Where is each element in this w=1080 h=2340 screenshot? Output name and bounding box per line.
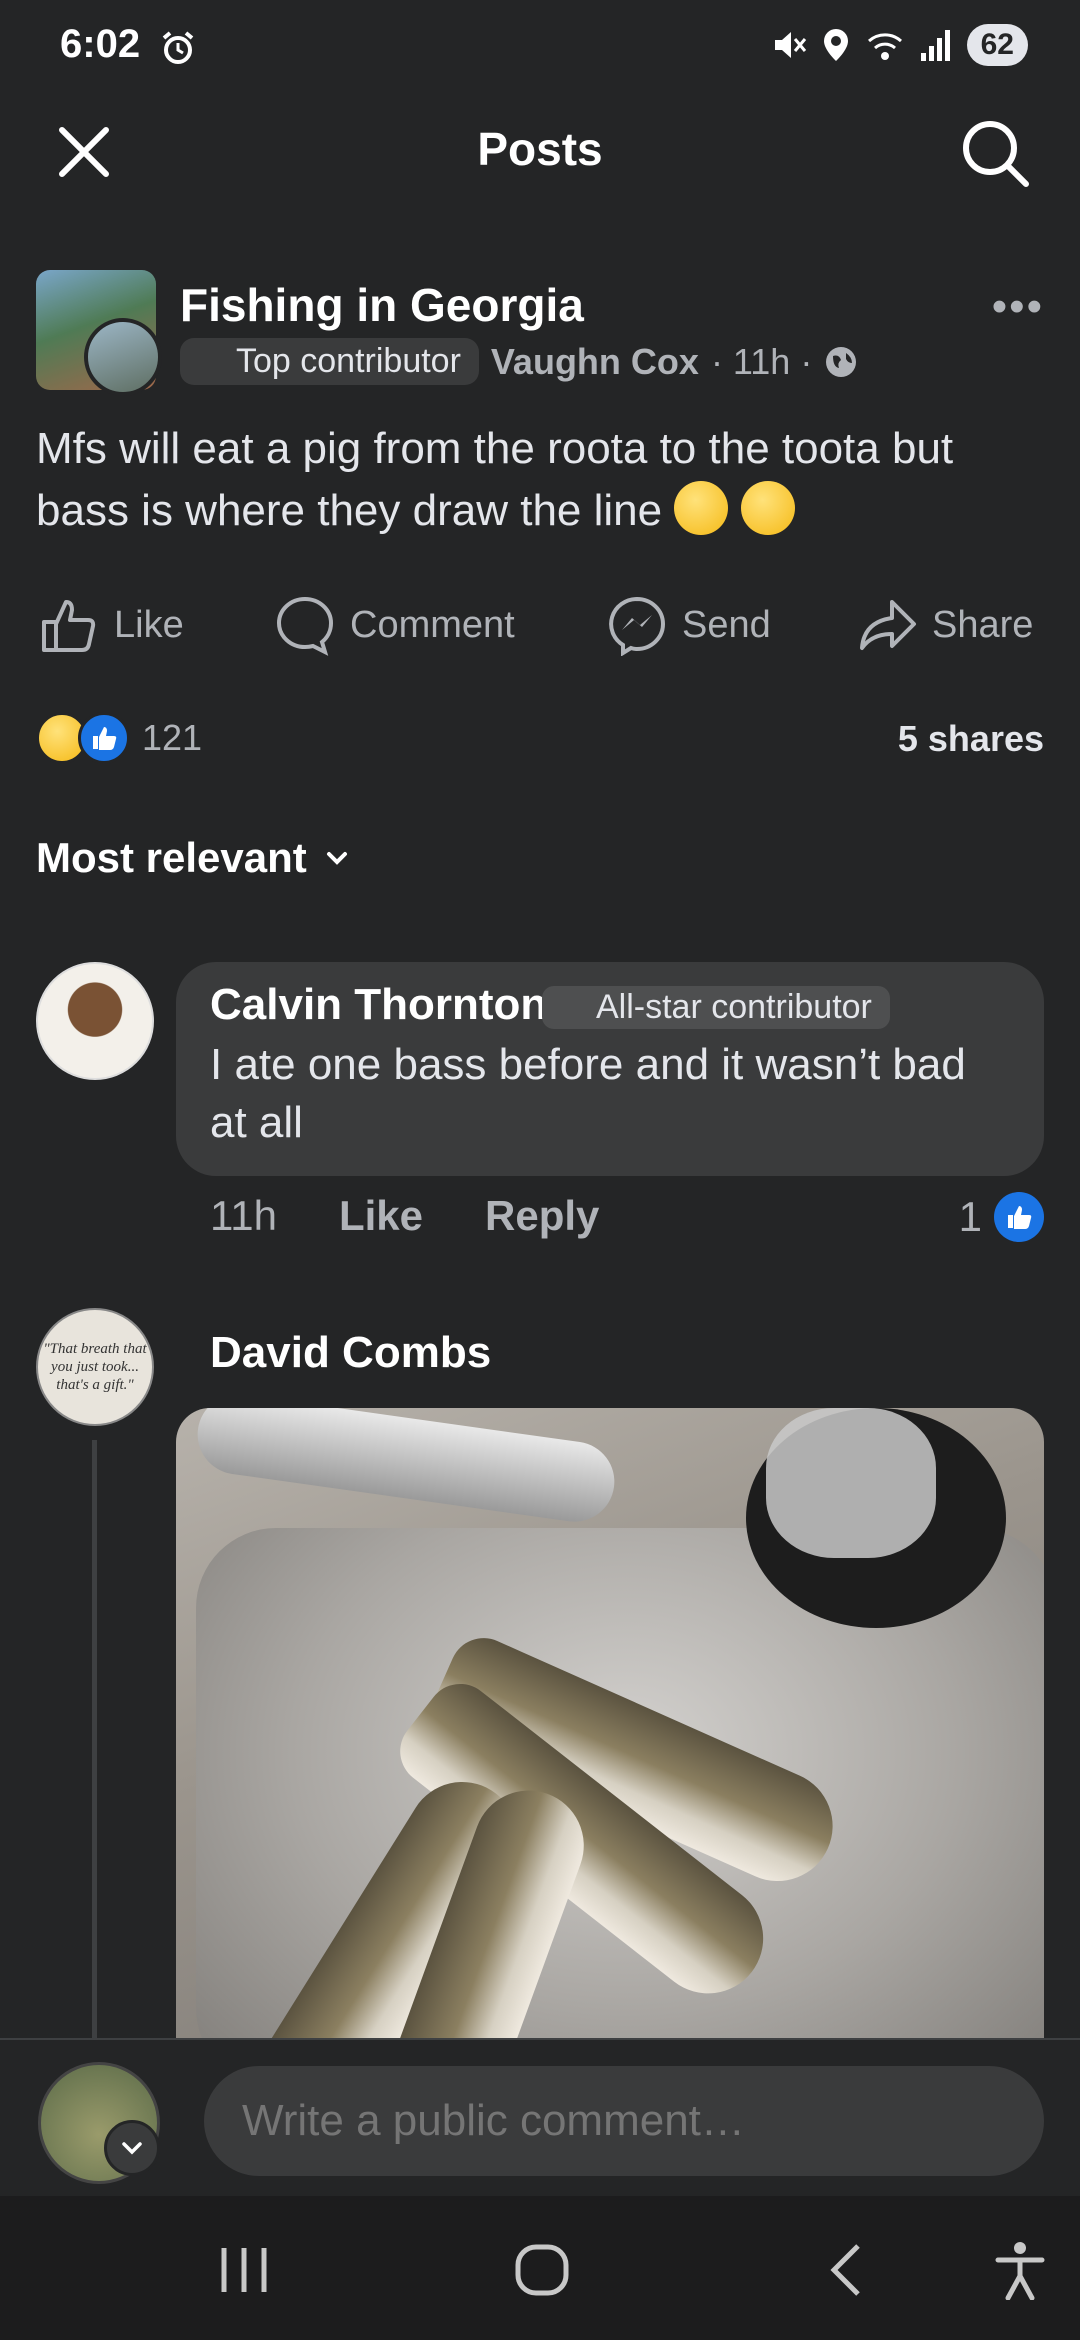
home-icon[interactable] [514, 2240, 570, 2300]
comment-like-count[interactable]: 1 [959, 1192, 1044, 1242]
thread-line [92, 1440, 97, 2040]
smirk-emoji-icon [674, 481, 729, 535]
like-icon [42, 600, 96, 652]
commenter-avatar[interactable]: "That breath that you just took... that'… [36, 1308, 154, 1426]
reaction-summary[interactable]: 121 [36, 712, 202, 764]
like-label: Like [114, 603, 184, 646]
share-button[interactable]: Share [856, 594, 1033, 656]
post-body: Mfs will eat a pig from the roota to the… [36, 418, 1046, 542]
commenter-name[interactable]: Calvin Thornton [210, 980, 547, 1030]
status-icons: 62 [771, 24, 1028, 66]
messenger-icon [609, 596, 665, 656]
commenter-avatar[interactable] [36, 962, 154, 1080]
more-icon[interactable]: ••• [992, 282, 1044, 332]
battery-level: 62 [966, 24, 1028, 66]
comment-like-number: 1 [958, 1193, 982, 1240]
strainer-net-shape [766, 1408, 936, 1558]
comment-text: I ate one bass before and it wasn’t bad … [210, 1040, 966, 1147]
page-title: Posts [477, 123, 603, 175]
post-text: Mfs will eat a pig from the roota to the… [36, 424, 954, 535]
comment-sort-dropdown[interactable]: Most relevant [36, 834, 351, 882]
send-label: Send [682, 603, 771, 646]
commenter-name[interactable]: David Combs [210, 1328, 491, 1378]
accessibility-icon[interactable] [992, 2240, 1048, 2300]
comment-button[interactable]: Comment [274, 594, 515, 656]
post-meta: Top contributor Vaughn Cox · 11h · [180, 338, 858, 385]
comment-input[interactable] [204, 2066, 1044, 2176]
avatar-quote: "That breath that you just took... that'… [43, 1341, 147, 1393]
reaction-count: 121 [142, 717, 203, 758]
chevron-down-icon [326, 852, 347, 865]
commenter-badge: All-star contributor [542, 986, 890, 1029]
status-bar: 6:02 62 [0, 0, 1080, 100]
sort-label: Most relevant [36, 834, 307, 881]
chevron-down-icon [122, 2142, 142, 2155]
share-icon [860, 600, 916, 650]
like-reaction-icon [994, 1192, 1044, 1242]
comment-photo[interactable] [176, 1408, 1044, 2038]
author-name[interactable]: Vaughn Cox [491, 341, 699, 383]
share-label: Share [932, 603, 1034, 646]
faucet-shape [192, 1408, 620, 1527]
comment-like-button[interactable]: Like [339, 1192, 423, 1240]
laughing-emoji-icon [740, 481, 795, 535]
post-time: · 11h · [710, 340, 813, 382]
author-badge: Top contributor [180, 338, 479, 385]
app-header: Posts [0, 100, 1080, 200]
system-nav-bar [0, 2196, 1080, 2340]
wifi-icon [867, 33, 902, 60]
alarm-icon [162, 31, 194, 64]
recents-icon[interactable] [216, 2240, 272, 2300]
mute-icon [774, 32, 806, 58]
status-time: 6:02 [60, 22, 141, 66]
comment-time: 11h [210, 1192, 277, 1239]
back-icon[interactable] [824, 2240, 868, 2300]
share-count[interactable]: 5 shares [898, 718, 1044, 760]
post-actions: Like Comment Send Share [0, 594, 1080, 674]
like-button[interactable]: Like [38, 594, 184, 656]
comment-label: Comment [350, 603, 515, 646]
search-icon[interactable] [956, 114, 1032, 190]
comment-reply-button[interactable]: Reply [485, 1192, 599, 1240]
globe-icon [826, 346, 857, 377]
signal-icon [920, 30, 950, 61]
group-name[interactable]: Fishing in Georgia [180, 278, 584, 332]
author-avatar[interactable] [84, 318, 162, 396]
profile-switcher[interactable] [104, 2120, 160, 2176]
comment-meta: 11h Like Reply [210, 1192, 599, 1240]
like-reaction-icon [78, 712, 130, 764]
send-button[interactable]: Send [606, 594, 771, 656]
location-icon [823, 29, 848, 61]
comment-icon [277, 596, 334, 656]
